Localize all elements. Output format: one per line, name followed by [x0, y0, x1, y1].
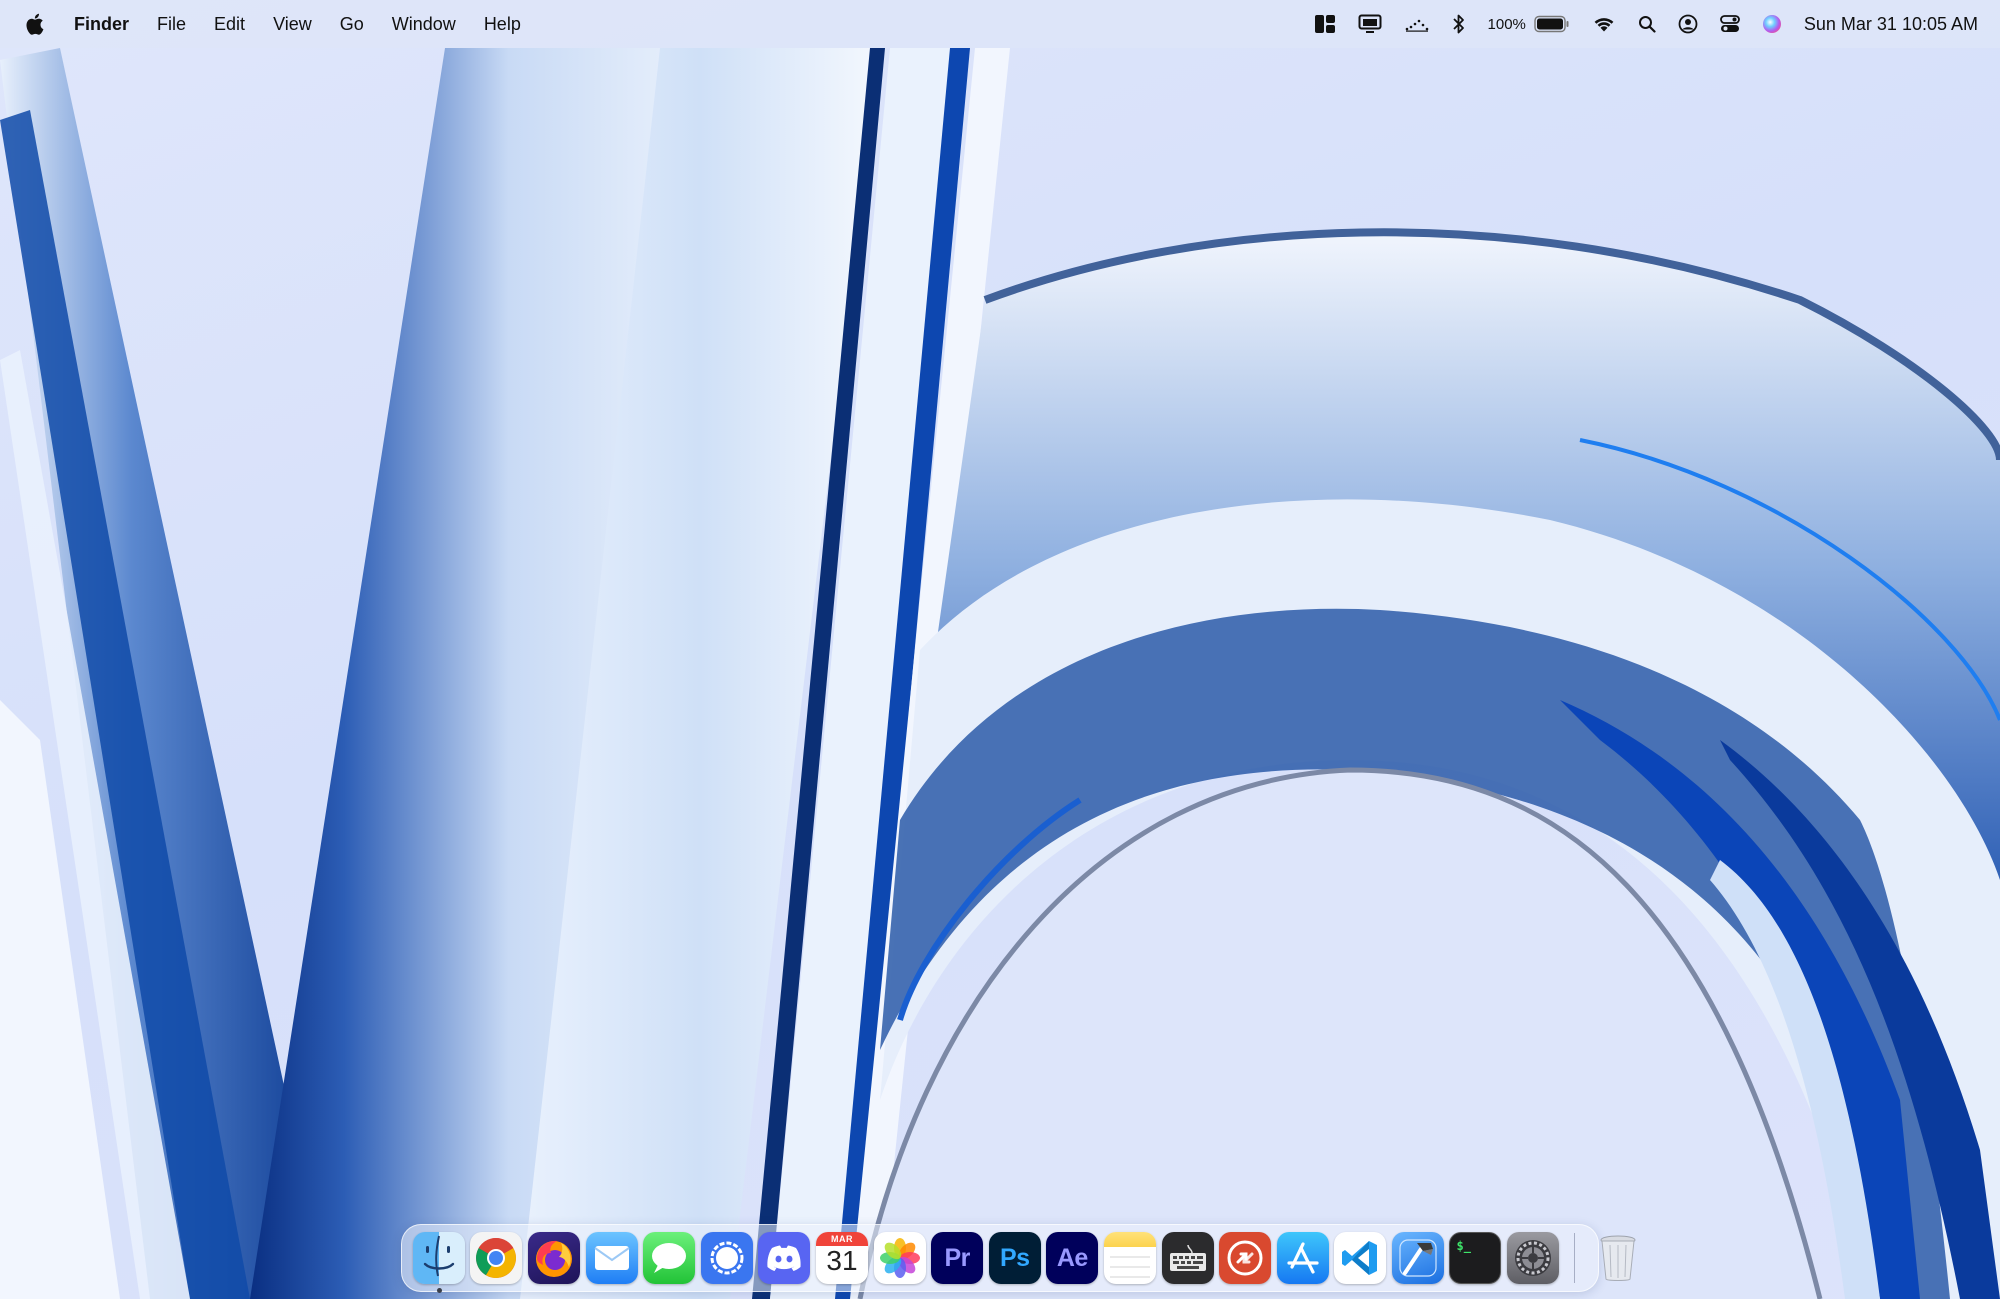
photoshop-label: Ps — [999, 1243, 1030, 1272]
premiere-label: Pr — [944, 1243, 970, 1272]
running-indicator — [436, 1288, 442, 1293]
photoshop-icon: Ps — [988, 1232, 1041, 1284]
menu-app-name[interactable]: Finder — [60, 0, 143, 48]
menu-bar-clock[interactable]: Sun Mar 31 10:05 AM — [1804, 14, 1978, 35]
discord-icon — [758, 1232, 811, 1284]
control-center-icon[interactable] — [1719, 0, 1740, 48]
dock-app-xcode[interactable] — [1391, 1232, 1444, 1284]
calendar-month: MAR — [830, 1234, 853, 1244]
dock-app-photoshop[interactable]: Ps — [988, 1232, 1041, 1284]
wifi-icon[interactable] — [1592, 0, 1616, 48]
dock-app-discord[interactable] — [758, 1232, 811, 1284]
finder-icon — [412, 1232, 465, 1284]
dock-app-app-store[interactable] — [1276, 1232, 1329, 1284]
app-store-icon — [1276, 1232, 1329, 1284]
dock-app-firefox[interactable] — [527, 1232, 580, 1284]
dock-app-terminal[interactable]: $_ — [1449, 1232, 1502, 1284]
display-icon[interactable] — [1358, 0, 1382, 48]
dock-app-after-effects[interactable]: Ae — [1046, 1232, 1099, 1284]
xcode-icon — [1391, 1232, 1444, 1284]
menu-file[interactable]: File — [143, 0, 200, 48]
dock-app-notes[interactable] — [1103, 1232, 1156, 1284]
dock-app-remote-desktop[interactable] — [1219, 1232, 1272, 1284]
desktop-wallpaper — [0, 48, 2000, 1299]
battery-status[interactable]: 100% — [1488, 0, 1570, 48]
dock-app-premiere[interactable]: Pr — [931, 1232, 984, 1284]
vscode-icon — [1334, 1232, 1387, 1284]
dock-app-calendar[interactable]: MAR 31 — [815, 1232, 868, 1284]
dock-app-finder[interactable] — [412, 1232, 465, 1293]
dock-separator — [1573, 1233, 1575, 1283]
menu-edit[interactable]: Edit — [200, 0, 259, 48]
terminal-icon: $_ — [1449, 1232, 1502, 1284]
dock: MAR 31 Pr Ps Ae $_ — [401, 1224, 1636, 1293]
calendar-day: 31 — [826, 1245, 858, 1276]
battery-icon — [1534, 15, 1569, 33]
calendar-icon: MAR 31 — [815, 1232, 868, 1284]
dock-app-mail[interactable] — [585, 1232, 638, 1284]
menu-help[interactable]: Help — [470, 0, 535, 48]
menu-view[interactable]: View — [259, 0, 326, 48]
notes-icon — [1103, 1232, 1156, 1284]
photos-icon — [873, 1232, 926, 1284]
keyboard-icon — [1161, 1232, 1214, 1284]
dock-app-chrome[interactable] — [470, 1232, 523, 1284]
siri-icon[interactable] — [1762, 0, 1782, 48]
dock-app-system-settings[interactable] — [1507, 1232, 1560, 1284]
firefox-icon — [527, 1232, 580, 1284]
messages-icon — [643, 1232, 696, 1284]
bluetooth-icon[interactable] — [1452, 0, 1466, 48]
dock-trash[interactable] — [1592, 1232, 1644, 1284]
battery-percent: 100% — [1487, 15, 1526, 33]
dock-app-signal[interactable] — [700, 1232, 753, 1284]
premiere-icon: Pr — [931, 1232, 984, 1284]
menu-go[interactable]: Go — [326, 0, 378, 48]
signal-icon — [700, 1232, 753, 1284]
apple-logo-icon[interactable] — [24, 11, 46, 37]
trash-icon — [1592, 1232, 1644, 1284]
dock-app-vscode[interactable] — [1334, 1232, 1387, 1284]
dock-app-messages[interactable] — [643, 1232, 696, 1284]
menu-window[interactable]: Window — [378, 0, 470, 48]
spotlight-search-icon[interactable] — [1638, 0, 1656, 48]
settings-icon — [1507, 1232, 1560, 1284]
user-account-icon[interactable] — [1678, 0, 1698, 48]
dock-app-keyboard[interactable] — [1161, 1232, 1214, 1284]
dock-app-photos[interactable] — [873, 1232, 926, 1284]
activity-icon[interactable] — [1404, 0, 1430, 48]
terminal-prompt: $_ — [1456, 1239, 1471, 1253]
after-effects-label: Ae — [1056, 1243, 1088, 1272]
menu-bar: Finder File Edit View Go Window Help 100… — [0, 0, 2000, 48]
window-layout-icon[interactable] — [1314, 0, 1336, 48]
remote-desktop-icon — [1219, 1232, 1272, 1284]
after-effects-icon: Ae — [1046, 1232, 1099, 1284]
chrome-icon — [470, 1232, 523, 1284]
mail-icon — [585, 1232, 638, 1284]
